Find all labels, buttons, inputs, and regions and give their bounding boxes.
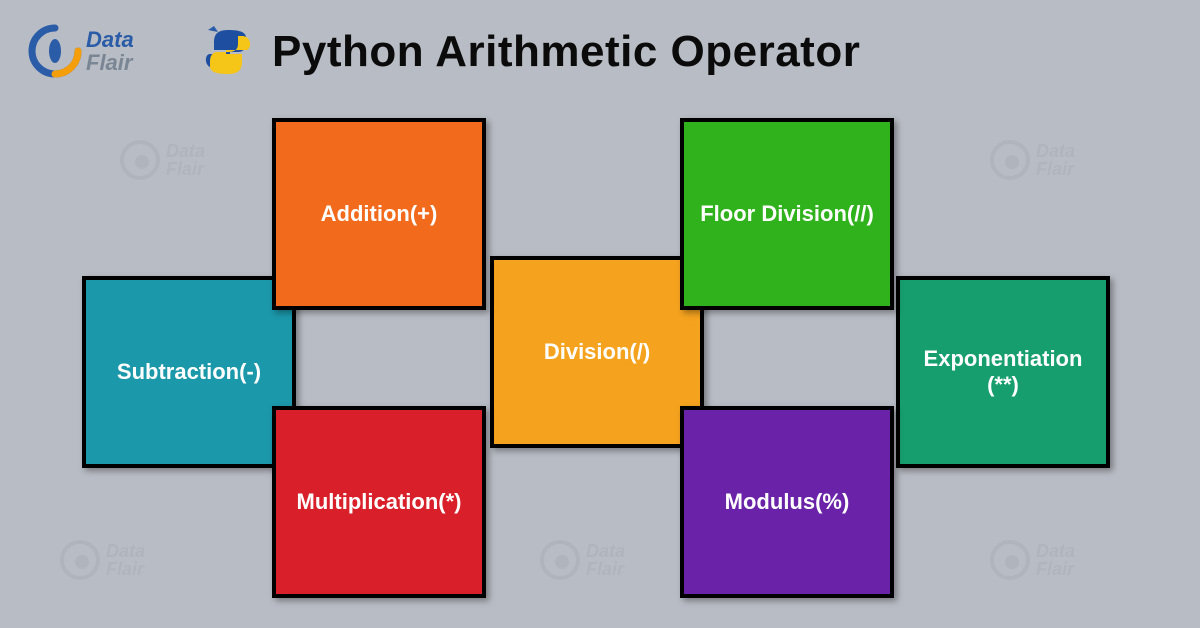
tile-addition: Addition(+) [272,118,486,310]
tile-modulus: Modulus(%) [680,406,894,598]
tile-floor-division: Floor Division(//) [680,118,894,310]
tile-label: Floor Division(//) [700,201,874,227]
tile-exponentiation: Exponentiation (**) [896,276,1110,468]
brand-logo-text-line2: Flair [86,51,134,74]
brand-logo-icon [28,24,82,78]
tile-subtraction: Subtraction(-) [82,276,296,468]
page-header: Python Arithmetic Operator [200,24,860,80]
brand-logo: Data Flair [28,24,134,78]
page-title: Python Arithmetic Operator [272,27,860,77]
operator-diagram: Subtraction(-) Addition(+) Multiplicatio… [0,108,1200,608]
tile-division: Division(/) [490,256,704,448]
python-icon [200,24,256,80]
tile-label: Subtraction(-) [117,359,261,385]
tile-label: Multiplication(*) [297,489,462,515]
tile-label: Division(/) [544,339,650,365]
tile-label: Addition(+) [321,201,438,227]
tile-multiplication: Multiplication(*) [272,406,486,598]
tile-label: Exponentiation (**) [910,346,1096,399]
brand-logo-text-line1: Data [86,28,134,51]
tile-label: Modulus(%) [725,489,850,515]
brand-logo-text: Data Flair [86,28,134,74]
